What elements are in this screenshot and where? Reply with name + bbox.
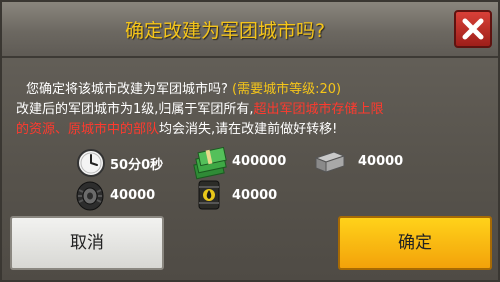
cancel-button[interactable]: 取消 bbox=[10, 216, 164, 270]
close-button[interactable] bbox=[454, 10, 492, 48]
confirm-button[interactable]: 确定 bbox=[338, 216, 492, 270]
message-line-3: 的资源、原城市中的部队均会消失,请在改建前做好转移! bbox=[16, 122, 338, 137]
dialog-title: 确定改建为军团城市吗? bbox=[124, 20, 326, 42]
time-cost: 50分0秒 bbox=[110, 158, 164, 173]
message-line-2: 改建后的军团城市为1级,归属于军团所有,超出军团城市存储上限 bbox=[16, 102, 384, 117]
rubber-cost: 40000 bbox=[110, 188, 156, 203]
oil-cost: 40000 bbox=[232, 188, 278, 203]
close-icon bbox=[462, 18, 484, 40]
steel-icon bbox=[314, 151, 346, 173]
tire-icon bbox=[76, 181, 104, 211]
cash-icon bbox=[193, 146, 227, 180]
steel-cost: 40000 bbox=[358, 154, 404, 169]
clock-icon bbox=[77, 149, 105, 177]
oil-barrel-icon bbox=[198, 180, 220, 210]
confirm-dialog: 确定改建为军团城市吗? 您确定将该城市改建为军团城市吗? (需要城市等级:20)… bbox=[0, 0, 500, 282]
dialog-header: 确定改建为军团城市吗? bbox=[2, 2, 498, 58]
cash-cost: 400000 bbox=[232, 154, 287, 169]
message-line-1: 您确定将该城市改建为军团城市吗? (需要城市等级:20) bbox=[26, 82, 342, 97]
